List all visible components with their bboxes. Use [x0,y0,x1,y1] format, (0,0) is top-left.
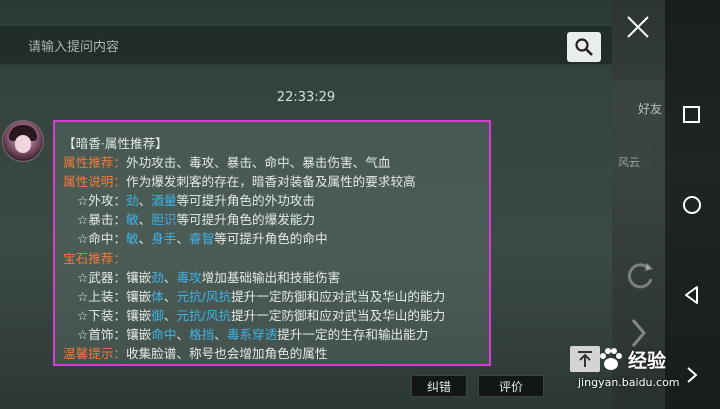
message-text: 等可提升角色的爆发能力 [176,212,315,228]
keyword-link[interactable]: 胆识 [151,212,176,227]
square-icon[interactable] [681,104,703,126]
message-text: 、 [163,288,177,304]
message-line: ☆首饰：镶嵌命中、格挡、毒系穿透提升一定的生存和输出能力 [63,325,489,344]
message-line: ☆上装：镶嵌体、元抗/风抗提升一定防御和应对武当及华山的能力 [63,287,489,306]
chevron-right-icon[interactable] [684,364,700,386]
message-line: ☆武器：镶嵌劲、毒攻增加基础输出和技能伤害 [63,268,489,287]
message-line: ☆下装：镶嵌御、元抗/风抗提升一定防御和应对武当及华山的能力 [63,306,489,325]
message-text: 等可提升角色的外功攻击 [176,193,315,209]
chevron-right-icon [631,319,646,347]
circle-icon[interactable] [680,193,704,217]
message-text: ☆上装：镶嵌 [77,288,152,304]
message-text: 、 [214,326,227,342]
correct-button[interactable]: 纠错 [411,375,467,397]
message-line: 宝石推荐： [63,249,489,268]
search-bar [0,26,612,65]
message-line: 【暗香·属性推荐】 [63,134,489,153]
message-text: 、 [138,193,152,209]
keyword-link[interactable]: 劲 [151,270,164,285]
keyword-link[interactable]: 劲 [126,193,139,208]
message-text: 提升一定的生存和输出能力 [277,326,429,342]
keyword-link[interactable]: 体 [151,289,164,304]
close-icon[interactable] [624,13,652,41]
message-text: 、 [138,212,152,228]
keyword-link[interactable]: 元抗/风抗 [176,308,231,323]
back-triangle-icon[interactable] [681,284,703,306]
message-line: 属性说明：作为爆发刺客的存在，暗香对装备及属性的要求较高 [63,172,489,191]
message-timestamp: 22:33:29 [276,90,336,105]
game-friend-text: 好友 [638,102,663,116]
search-input[interactable] [26,35,550,59]
message-line: 温馨提示：收集脸谱、称号也会增加角色的属性 [63,344,489,363]
message-text: 、 [176,326,190,342]
keyword-link[interactable]: 酒量 [151,193,176,208]
search-icon [575,38,593,56]
watermark-url: jingyan.baidu.com [578,376,680,389]
message-text: ☆首饰：镶嵌 [77,326,152,342]
refresh-icon [627,263,653,289]
keyword-link[interactable]: 睿智 [189,231,214,246]
message-text: 、 [163,269,177,285]
message-text: 【暗香·属性推荐】 [63,136,168,151]
keyword-link[interactable]: 命中 [151,327,176,342]
message-text: ☆外攻： [77,193,127,209]
keyword-link[interactable]: 身手 [151,231,176,246]
keyword-link[interactable]: 毒系穿透 [227,327,277,342]
keyword-link[interactable]: 御 [151,308,164,323]
message-text: 增加基础输出和技能伤害 [201,269,341,285]
paw-icon [600,348,622,370]
message-text: 作为爆发刺客的存在，暗香对装备及属性的要求较高 [125,174,416,190]
search-button[interactable] [567,32,601,62]
watermark-brand: 经验 [628,350,667,372]
message-line: ☆命中：敏、身手、睿智等可提升角色的命中 [63,229,489,248]
keyword-link[interactable]: 元抗/风抗 [176,289,231,304]
message-text: 提升一定防御和应对武当及华山的能力 [231,307,446,323]
message-text: 、 [176,231,190,247]
keyword-link[interactable]: 敏 [126,212,139,227]
message-text: ☆命中： [77,231,127,247]
section-label: 温馨提示： [63,346,126,362]
game-deco-text: 风云 [618,156,640,169]
message-text: 、 [163,307,177,323]
message-text: 提升一定防御和应对武当及华山的能力 [231,288,446,304]
keyword-link[interactable]: 格挡 [189,327,214,342]
avatar [2,120,44,162]
message-text: ☆暴击： [77,212,127,228]
scroll-top-icon [578,351,592,367]
message-line: ☆暴击：敏、胆识等可提升角色的爆发能力 [63,210,489,229]
message-text: 等可提升角色的命中 [214,231,328,247]
section-label: 属性说明： [63,174,126,190]
message-text: 收集脸谱、称号也会增加角色的属性 [125,346,328,362]
rate-button[interactable]: 评价 [478,375,544,397]
message-line: 属性推荐：外功攻击、毒攻、暴击、命中、暴击伤害、气血 [63,153,489,172]
message-text: ☆武器：镶嵌 [77,269,152,285]
chat-message-bubble: 【暗香·属性推荐】 属性推荐：外功攻击、毒攻、暴击、命中、暴击伤害、气血 属性说明：… [53,120,491,366]
message-text: ☆下装：镶嵌 [77,307,152,323]
message-text: 、 [138,231,152,247]
keyword-link[interactable]: 毒攻 [176,270,201,285]
message-text: 外功攻击、毒攻、暴击、命中、暴击伤害、气血 [125,155,391,171]
message-line: ☆外攻：劲、酒量等可提升角色的外功攻击 [63,191,489,210]
section-label: 宝石推荐： [63,250,126,266]
section-label: 属性推荐： [63,155,126,171]
keyword-link[interactable]: 敏 [126,231,139,246]
